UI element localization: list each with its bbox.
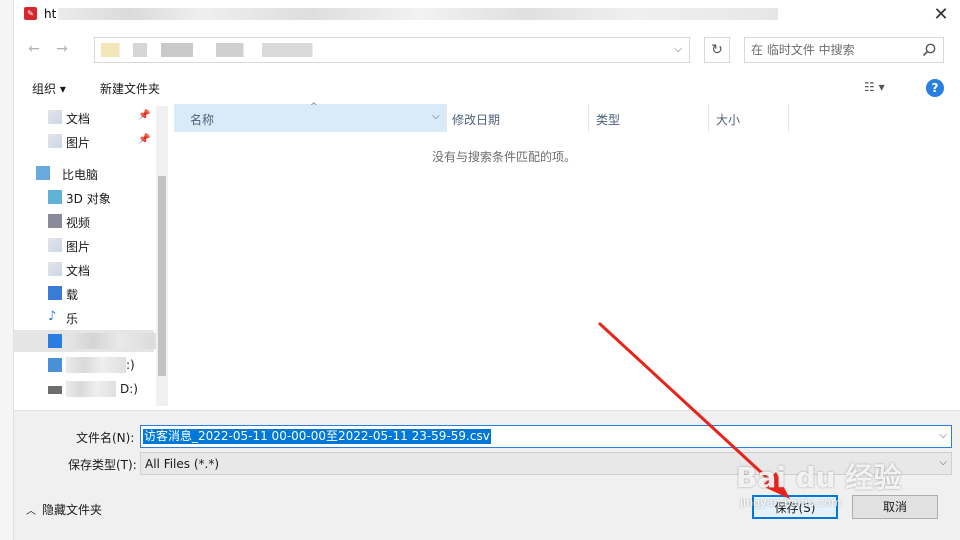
desktop-icon	[48, 334, 62, 348]
sidebar-item-videos[interactable]: 视频	[14, 210, 154, 232]
sidebar-item-label: 文档	[66, 112, 91, 126]
sidebar-item-label: 文档	[66, 264, 91, 278]
chevron-down-icon[interactable]: ⌵	[939, 457, 947, 468]
chevron-down-icon[interactable]: ⌵	[671, 43, 685, 57]
hide-folders-label: 隐藏文件夹	[42, 503, 103, 517]
sidebar-label-blurred	[66, 381, 116, 397]
filename-value[interactable]: 访客消息_2022-05-11 00-00-00至2022-05-11 23-5…	[143, 429, 491, 444]
sidebar-item-label: 视频	[66, 216, 91, 230]
column-header-size[interactable]: 大小	[708, 104, 788, 132]
file-list[interactable]: 名称 ^ ⌵ 修改日期 类型 大小 没有与搜索条件匹配的项。	[174, 102, 960, 410]
filename-label: 文件名(N):	[76, 431, 135, 445]
pictures-icon	[48, 134, 62, 148]
sidebar-item-label: 3D 对象	[66, 192, 111, 206]
cube-icon	[48, 190, 62, 204]
sidebar-item-label: 比电脑	[62, 168, 99, 182]
sidebar-item-3d-objects[interactable]: 3D 对象	[14, 186, 154, 208]
baidu-watermark: Bai du 经验	[736, 461, 902, 494]
column-divider[interactable]	[788, 104, 789, 132]
document-icon	[48, 110, 62, 124]
window-title-blurred	[58, 8, 778, 20]
download-icon	[48, 286, 62, 300]
sidebar-item-music[interactable]: ♪ 乐	[14, 306, 154, 328]
baidu-watermark-url: jingyan.baidu.com	[740, 496, 842, 509]
search-input[interactable]	[751, 42, 911, 58]
help-icon[interactable]: ?	[926, 79, 944, 97]
refresh-icon[interactable]: ↻	[704, 37, 730, 63]
empty-results-message: 没有与搜索条件匹配的项。	[431, 150, 576, 164]
sort-ascending-icon: ^	[310, 102, 318, 112]
sidebar-item-drive-c[interactable]: :)	[14, 354, 154, 376]
column-header-name[interactable]: 名称 ^ ⌵	[174, 102, 446, 132]
sidebar-item-label: D:)	[120, 382, 138, 396]
drive-icon	[48, 386, 62, 394]
sidebar-item-documents[interactable]: 文档	[14, 258, 154, 280]
sidebar-item-label: 图片	[66, 240, 91, 254]
chevron-down-icon[interactable]: ⌵	[939, 430, 947, 441]
video-icon	[48, 214, 62, 228]
forward-arrow-icon[interactable]: →	[54, 41, 70, 57]
sidebar-item-pictures[interactable]: 图片	[14, 234, 154, 256]
app-icon: ✎	[24, 7, 37, 20]
column-label: 修改日期	[452, 113, 501, 127]
column-label: 名称	[190, 113, 215, 127]
document-icon	[48, 262, 62, 276]
filetype-label: 保存类型(T):	[68, 458, 137, 472]
new-folder-button[interactable]: 新建文件夹	[100, 80, 160, 97]
address-path-blurred	[101, 43, 331, 57]
sidebar-item-documents-quick[interactable]: 文档 📌	[14, 106, 154, 128]
chevron-up-icon: ︿	[26, 506, 36, 517]
pin-icon: 📌	[138, 110, 151, 121]
pin-icon: 📌	[138, 134, 151, 145]
sidebar-label-blurred	[66, 357, 126, 373]
title-bar: ✎ ht ✕	[14, 0, 960, 30]
column-label: 大小	[716, 113, 741, 127]
sidebar-item-label: 图片	[66, 136, 91, 150]
computer-icon	[36, 166, 50, 180]
window-title: ht	[44, 7, 57, 21]
sidebar-item-this-pc[interactable]: 比电脑	[14, 162, 154, 184]
address-row: ← → ⌵ ↻	[14, 30, 960, 70]
navigation-pane: 文档 📌 图片 📌 比电脑 3D 对象 视频 图片 文档 载 ♪ 乐:) D:…	[14, 104, 170, 410]
address-bar[interactable]: ⌵	[94, 37, 690, 63]
cancel-button[interactable]: 取消	[852, 495, 938, 519]
sidebar-item-pictures-quick[interactable]: 图片 📌	[14, 130, 154, 152]
column-header-type[interactable]: 类型	[588, 104, 708, 132]
back-arrow-icon[interactable]: ←	[26, 41, 42, 57]
music-icon: ♪	[48, 309, 57, 324]
search-box[interactable]	[744, 37, 944, 63]
sidebar-item-downloads[interactable]: 载	[14, 282, 154, 304]
command-toolbar: 组织 ▾ 新建文件夹 ☷ ▾ ?	[14, 74, 960, 102]
hide-folders-toggle[interactable]: ︿ 隐藏文件夹	[26, 501, 102, 518]
sidebar-item-desktop[interactable]	[14, 330, 156, 352]
search-icon[interactable]	[921, 42, 937, 58]
close-icon[interactable]: ✕	[930, 4, 952, 26]
column-header-modified[interactable]: 修改日期	[446, 104, 588, 132]
sidebar-item-drive-d[interactable]: D:)	[14, 378, 154, 400]
pictures-icon	[48, 238, 62, 252]
sidebar-item-label: 载	[66, 288, 79, 302]
chevron-down-icon[interactable]: ⌵	[432, 111, 440, 122]
organize-menu[interactable]: 组织 ▾	[32, 80, 66, 97]
sidebar-label-blurred	[66, 333, 156, 349]
background-window-strip	[0, 0, 14, 540]
filetype-value: All Files (*.*)	[145, 457, 220, 471]
column-label: 类型	[596, 113, 621, 127]
sidebar-item-label: :)	[126, 358, 135, 372]
filename-field[interactable]: 访客消息_2022-05-11 00-00-00至2022-05-11 23-5…	[140, 425, 952, 448]
drive-icon	[48, 358, 62, 372]
view-options-icon[interactable]: ☷ ▾	[864, 80, 885, 94]
sidebar-scrollbar-thumb[interactable]	[158, 176, 166, 376]
sidebar-item-label: 乐	[66, 312, 79, 326]
